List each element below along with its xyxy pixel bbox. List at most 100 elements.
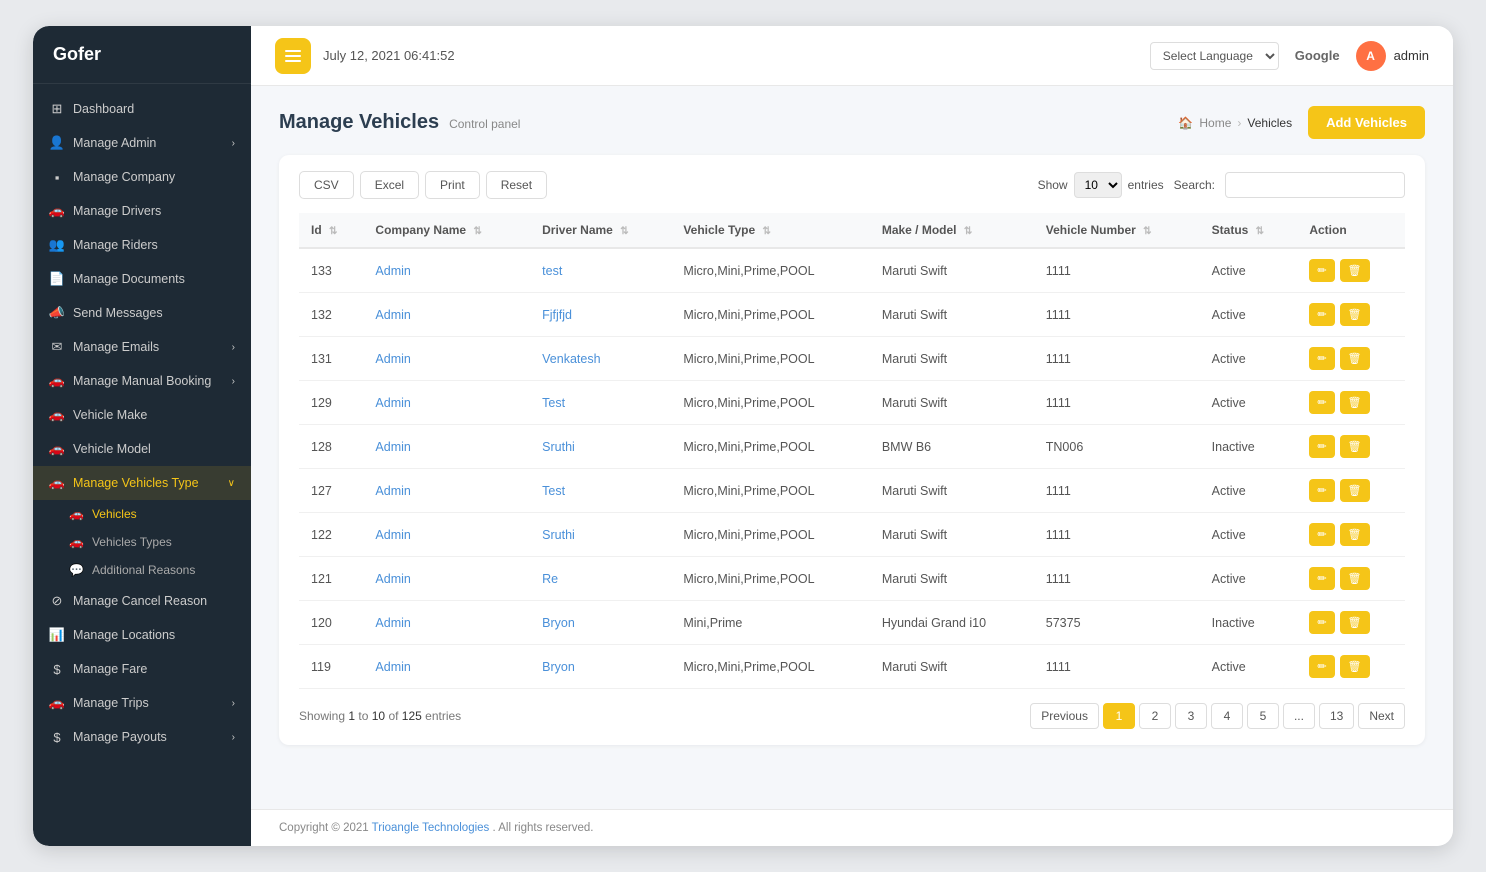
delete-button[interactable]: 🗑 [1340, 655, 1370, 678]
sidebar-item-manage-locations[interactable]: 📊 Manage Locations [33, 618, 251, 652]
delete-button[interactable]: 🗑 [1340, 435, 1370, 458]
action-buttons: ✏ 🗑 [1309, 303, 1393, 326]
reset-button[interactable]: Reset [486, 171, 547, 199]
sidebar-item-manage-documents[interactable]: 📄 Manage Documents [33, 262, 251, 296]
edit-button[interactable]: ✏ [1309, 303, 1334, 326]
company-link[interactable]: Admin [375, 484, 410, 498]
edit-button[interactable]: ✏ [1309, 523, 1334, 546]
sidebar-item-manual-booking[interactable]: 🚗 Manage Manual Booking › [33, 364, 251, 398]
sidebar-item-manage-drivers[interactable]: 🚗 Manage Drivers [33, 194, 251, 228]
cell-vehicle-number: 1111 [1034, 645, 1200, 689]
sidebar-item-manage-cancel-reason[interactable]: ⊘ Manage Cancel Reason [33, 584, 251, 618]
company-link[interactable]: Admin [375, 660, 410, 674]
sidebar-item-manage-fare[interactable]: $ Manage Fare [33, 652, 251, 686]
cell-make-model: Maruti Swift [870, 337, 1034, 381]
booking-icon: 🚗 [49, 373, 65, 389]
show-label: Show [1038, 178, 1068, 192]
search-input[interactable] [1225, 172, 1405, 198]
table-row: 131 Admin Venkatesh Micro,Mini,Prime,POO… [299, 337, 1405, 381]
driver-link[interactable]: Venkatesh [542, 352, 600, 366]
sidebar-item-manage-riders[interactable]: 👥 Manage Riders [33, 228, 251, 262]
cell-company: Admin [363, 601, 530, 645]
edit-button[interactable]: ✏ [1309, 655, 1334, 678]
edit-button[interactable]: ✏ [1309, 479, 1334, 502]
showing-text: Showing 1 to 10 of 125 entries [299, 709, 461, 723]
company-link[interactable]: Trioangle Technologies [372, 822, 490, 834]
cell-driver: Venkatesh [530, 337, 671, 381]
edit-button[interactable]: ✏ [1309, 567, 1334, 590]
company-link[interactable]: Admin [375, 308, 410, 322]
driver-link[interactable]: Sruthi [542, 440, 575, 454]
driver-link[interactable]: Test [542, 484, 565, 498]
sidebar-item-vehicles[interactable]: 🚗 Vehicles [33, 500, 251, 528]
company-link[interactable]: Admin [375, 264, 410, 278]
company-link[interactable]: Admin [375, 352, 410, 366]
sidebar-item-label: Manage Company [73, 170, 235, 184]
menu-button[interactable] [275, 38, 311, 74]
page-button-13[interactable]: 13 [1319, 703, 1354, 729]
sidebar-item-additional-reasons[interactable]: 💬 Additional Reasons [33, 556, 251, 584]
sidebar-item-manage-trips[interactable]: 🚗 Manage Trips › [33, 686, 251, 720]
page-subtitle: Control panel [449, 117, 520, 131]
next-page-button[interactable]: Next [1358, 703, 1405, 729]
sidebar-item-dashboard[interactable]: ⊞ Dashboard [33, 92, 251, 126]
sidebar-item-vehicle-make[interactable]: 🚗 Vehicle Make [33, 398, 251, 432]
driver-link[interactable]: Bryon [542, 660, 575, 674]
driver-link[interactable]: Bryon [542, 616, 575, 630]
company-link[interactable]: Admin [375, 572, 410, 586]
csv-button[interactable]: CSV [299, 171, 354, 199]
sidebar-item-vehicles-types[interactable]: 🚗 Vehicles Types [33, 528, 251, 556]
edit-button[interactable]: ✏ [1309, 611, 1334, 634]
company-link[interactable]: Admin [375, 616, 410, 630]
sidebar-item-send-messages[interactable]: 📣 Send Messages [33, 296, 251, 330]
cell-driver: Bryon [530, 601, 671, 645]
edit-button[interactable]: ✏ [1309, 391, 1334, 414]
payouts-icon: $ [49, 729, 65, 745]
edit-button[interactable]: ✏ [1309, 435, 1334, 458]
delete-button[interactable]: 🗑 [1340, 347, 1370, 370]
cell-status: Inactive [1200, 601, 1298, 645]
delete-button[interactable]: 🗑 [1340, 567, 1370, 590]
excel-button[interactable]: Excel [360, 171, 419, 199]
delete-button[interactable]: 🗑 [1340, 259, 1370, 282]
previous-page-button[interactable]: Previous [1030, 703, 1099, 729]
delete-button[interactable]: 🗑 [1340, 611, 1370, 634]
delete-button[interactable]: 🗑 [1340, 391, 1370, 414]
edit-button[interactable]: ✏ [1309, 259, 1334, 282]
dashboard-icon: ⊞ [49, 101, 65, 117]
page-button-3[interactable]: 3 [1175, 703, 1207, 729]
sidebar-item-manage-payouts[interactable]: $ Manage Payouts › [33, 720, 251, 754]
sidebar-item-label: Manage Manual Booking [73, 374, 224, 388]
cell-vehicle-number: 1111 [1034, 248, 1200, 293]
page-button-5[interactable]: 5 [1247, 703, 1279, 729]
driver-link[interactable]: Sruthi [542, 528, 575, 542]
entries-select[interactable]: 10 [1074, 172, 1122, 198]
table-row: 129 Admin Test Micro,Mini,Prime,POOL Mar… [299, 381, 1405, 425]
delete-button[interactable]: 🗑 [1340, 523, 1370, 546]
cell-status: Active [1200, 469, 1298, 513]
delete-button[interactable]: 🗑 [1340, 479, 1370, 502]
admin-avatar[interactable]: A admin [1356, 41, 1429, 71]
company-link[interactable]: Admin [375, 440, 410, 454]
page-button-2[interactable]: 2 [1139, 703, 1171, 729]
cell-vehicle-type: Micro,Mini,Prime,POOL [671, 381, 870, 425]
driver-link[interactable]: Fjfjfjd [542, 308, 572, 322]
language-select[interactable]: Select Language [1150, 42, 1279, 70]
company-link[interactable]: Admin [375, 528, 410, 542]
sidebar-item-manage-company[interactable]: ▪ Manage Company [33, 160, 251, 194]
sidebar-item-manage-emails[interactable]: ✉ Manage Emails › [33, 330, 251, 364]
page-button-4[interactable]: 4 [1211, 703, 1243, 729]
driver-link[interactable]: Re [542, 572, 558, 586]
sidebar-item-vehicle-model[interactable]: 🚗 Vehicle Model [33, 432, 251, 466]
driver-link[interactable]: Test [542, 396, 565, 410]
sidebar-item-manage-admin[interactable]: 👤 Manage Admin › [33, 126, 251, 160]
sort-icon: ⇅ [1256, 226, 1264, 237]
add-vehicles-button[interactable]: Add Vehicles [1308, 106, 1425, 139]
edit-button[interactable]: ✏ [1309, 347, 1334, 370]
page-button-1[interactable]: 1 [1103, 703, 1135, 729]
company-link[interactable]: Admin [375, 396, 410, 410]
print-button[interactable]: Print [425, 171, 480, 199]
driver-link[interactable]: test [542, 264, 562, 278]
delete-button[interactable]: 🗑 [1340, 303, 1370, 326]
sidebar-item-manage-vehicles-type[interactable]: 🚗 Manage Vehicles Type ∨ [33, 466, 251, 500]
